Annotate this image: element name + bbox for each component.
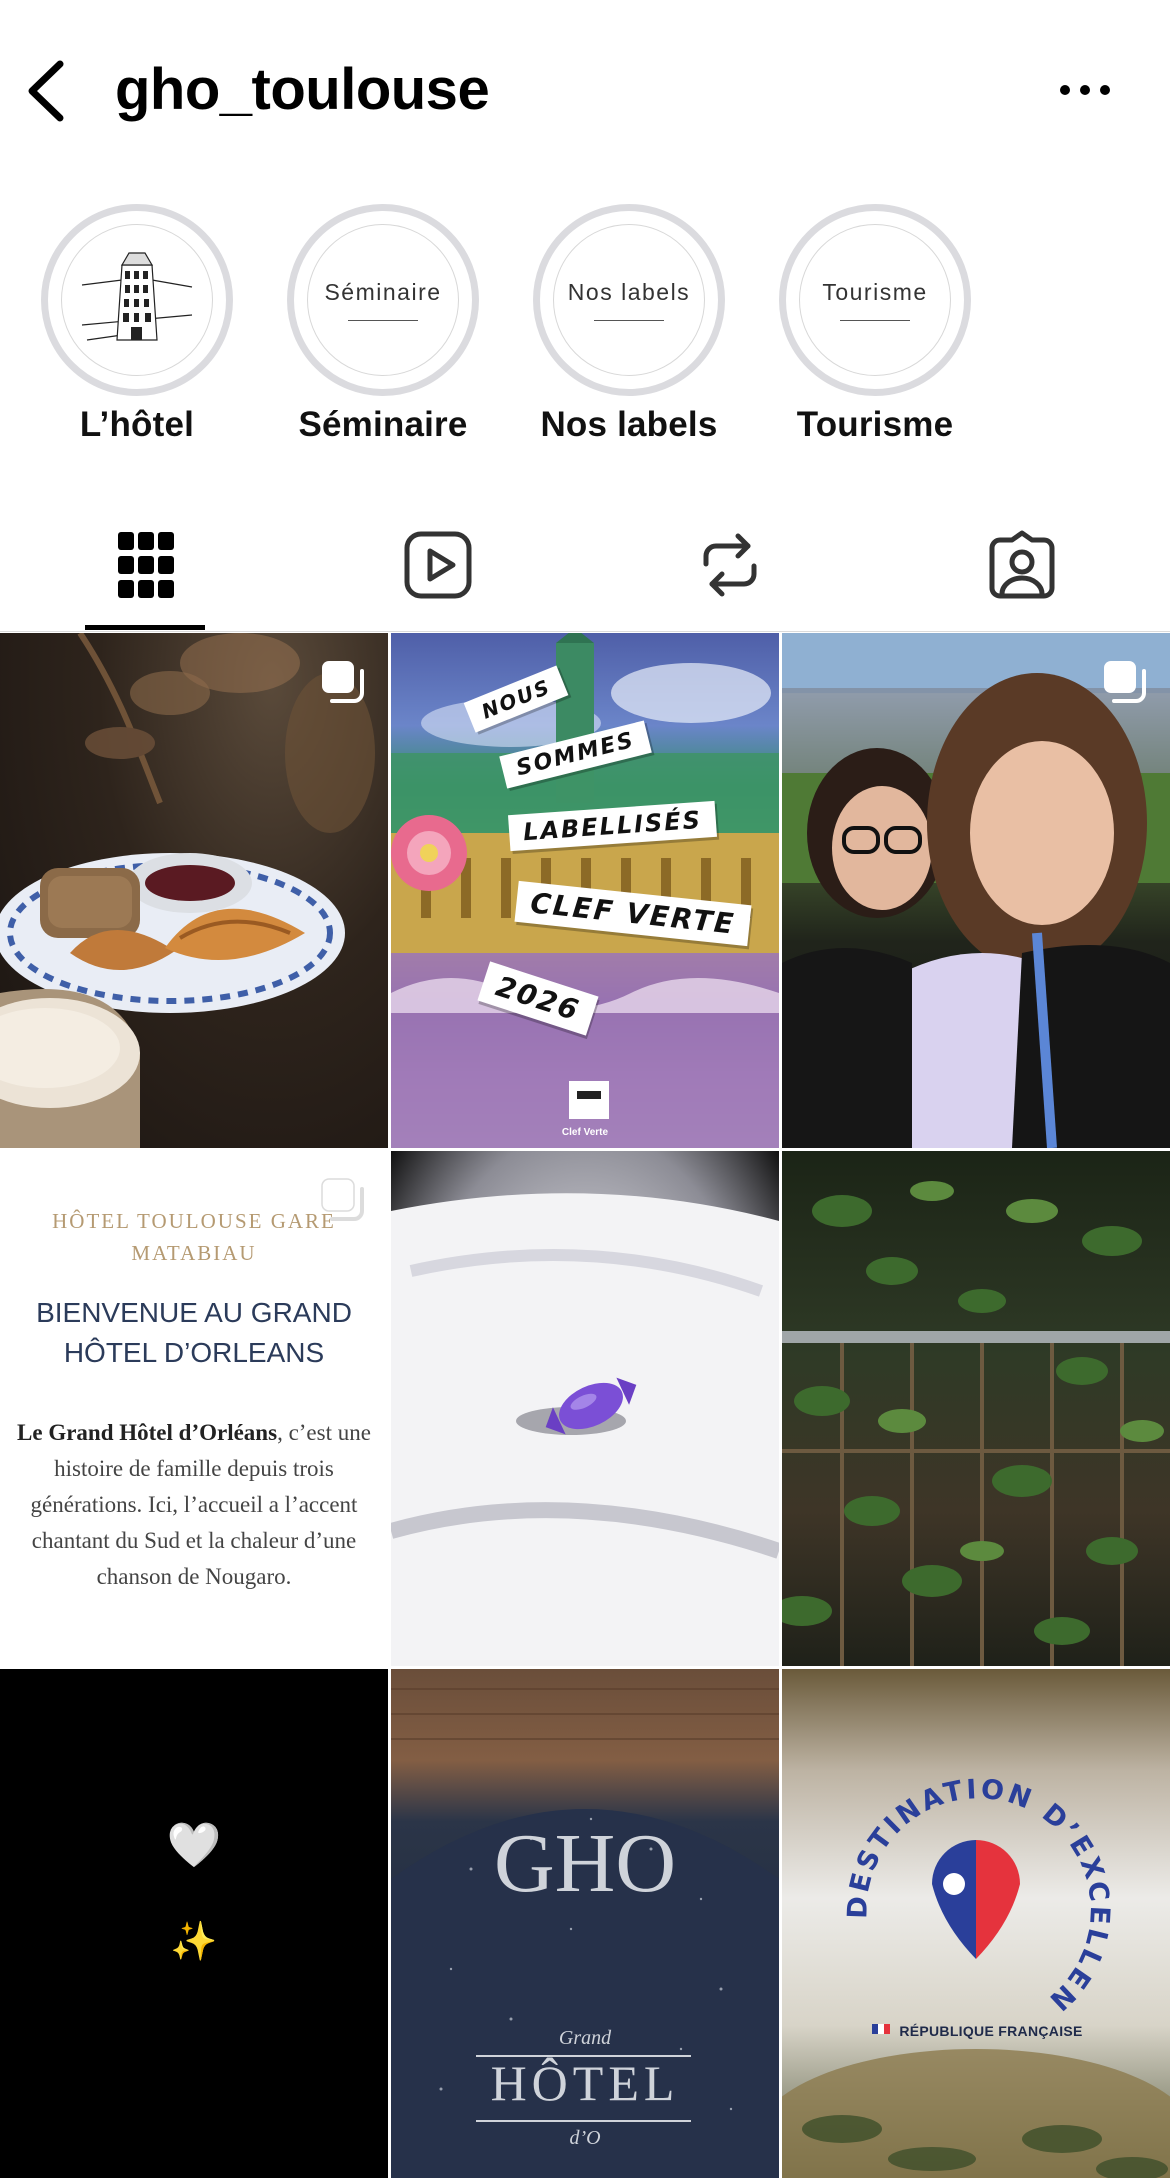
highlight-label: Séminaire — [298, 405, 468, 444]
tagged-icon — [989, 530, 1055, 599]
multiple-images-icon — [322, 661, 364, 703]
highlight-cover-text: Tourisme — [822, 278, 928, 305]
highlight-cover — [61, 224, 213, 376]
post-candy-pillow[interactable] — [391, 1151, 779, 1666]
highlight-cover-text: Nos labels — [567, 278, 691, 305]
tab-reposts[interactable] — [584, 500, 876, 630]
more-horizontal-icon — [1060, 85, 1110, 95]
sparkles-emoji: ✨ — [170, 1919, 218, 1963]
welcome-hotel-line-2: MATABIAU — [131, 1241, 257, 1265]
white-heart-emoji: 🤍 — [166, 1820, 222, 1871]
gho-monogram: GHO — [494, 1817, 676, 1910]
more-options-button[interactable] — [1055, 70, 1115, 110]
profile-tabs — [0, 500, 1170, 632]
profile-header: gho_toulouse — [0, 0, 1170, 180]
sign-script-grand: Grand — [558, 2027, 612, 2049]
highlight-ring — [41, 204, 233, 396]
plants-photo — [782, 1181, 1170, 1666]
breakfast-photo — [0, 633, 375, 1148]
highlight-ring: Séminaire — [287, 204, 479, 396]
welcome-title-line-1: BIENVENUE AU GRAND — [36, 1297, 352, 1328]
post-destination-excellence[interactable]: DESTINATION D’EXCELLENCE RÉPUBLIQUE FRAN… — [782, 1669, 1170, 2178]
republique-francaise-label: RÉPUBLIQUE FRANÇAISE — [899, 2023, 1083, 2039]
post-hotel-sign[interactable]: GHO Grand HÔTEL d’O — [391, 1669, 779, 2178]
svg-text:DESTINATION D’EXCELLENCE: DESTINATION D’EXCELLENCE — [782, 1669, 1115, 2018]
highlight-label: Tourisme — [796, 405, 954, 444]
active-tab-indicator — [85, 625, 205, 630]
chevron-left-icon — [28, 60, 64, 122]
highlight-cover: Séminaire — [307, 224, 459, 376]
highlight-label: Nos labels — [540, 405, 718, 444]
welcome-body: Le Grand Hôtel d’Orléans, c’est une hist… — [16, 1415, 372, 1595]
highlight-cover: Nos labels — [553, 224, 705, 376]
welcome-title-line-2: HÔTEL D’ORLEANS — [63, 1337, 325, 1368]
reels-icon — [404, 531, 472, 599]
repost-icon — [703, 533, 757, 597]
post-clef-verte[interactable]: NOUS SOMMES LABELLISÉS CLEF VERTE 2026 C… — [391, 633, 779, 1148]
multiple-images-icon — [1104, 661, 1146, 703]
multiple-images-icon — [321, 1178, 364, 1221]
highlight-cover: Tourisme — [799, 224, 951, 376]
post-plants-balcony[interactable] — [782, 1151, 1170, 1666]
sign-word-hotel: HÔTEL — [490, 2055, 680, 2111]
post-heart-sparkles[interactable]: 🤍 ✨ — [0, 1669, 388, 2178]
destination-arc-text: DESTINATION D’EXCELLENCE — [782, 1669, 1112, 2018]
pillow-photo — [391, 1193, 779, 1666]
destination-excellence-logo: DESTINATION D’EXCELLENCE — [782, 1669, 1170, 2178]
post-welcome-text[interactable]: HÔTEL TOULOUSE GARE MATABIAU BIENVENUE A… — [0, 1151, 388, 1666]
highlight-cover-underline — [840, 319, 910, 322]
highlight-cover-underline — [348, 319, 418, 322]
tab-tagged[interactable] — [876, 500, 1168, 630]
clef-verte-logo-label: Clef Verte — [561, 1127, 609, 1138]
highlight-ring: Tourisme — [779, 204, 971, 396]
welcome-body-rest: , c’est une histoire de famille depuis t… — [30, 1420, 371, 1589]
tab-reels[interactable] — [292, 500, 584, 630]
profile-username: gho_toulouse — [115, 57, 490, 122]
welcome-body-bold: Le Grand Hôtel d’Orléans — [17, 1420, 278, 1445]
selfie-photo — [782, 633, 1170, 1148]
story-highlights: L’hôtel Séminaire Séminaire Nos labels N… — [0, 200, 1170, 460]
highlight-cover-text: Séminaire — [324, 278, 442, 305]
sign-script-tail: d’O — [569, 2127, 601, 2149]
posts-grid: NOUS SOMMES LABELLISÉS CLEF VERTE 2026 C… — [0, 633, 1170, 2178]
post-breakfast[interactable] — [0, 633, 388, 1148]
grid-icon — [118, 532, 174, 598]
tab-posts[interactable] — [0, 500, 292, 630]
hotel-building-icon — [81, 252, 193, 341]
highlight-label: L’hôtel — [79, 405, 195, 444]
highlight-ring: Nos labels — [533, 204, 725, 396]
highlight-cover-underline — [594, 319, 664, 322]
back-button[interactable] — [22, 58, 72, 124]
post-stadium-selfie[interactable] — [782, 633, 1170, 1148]
